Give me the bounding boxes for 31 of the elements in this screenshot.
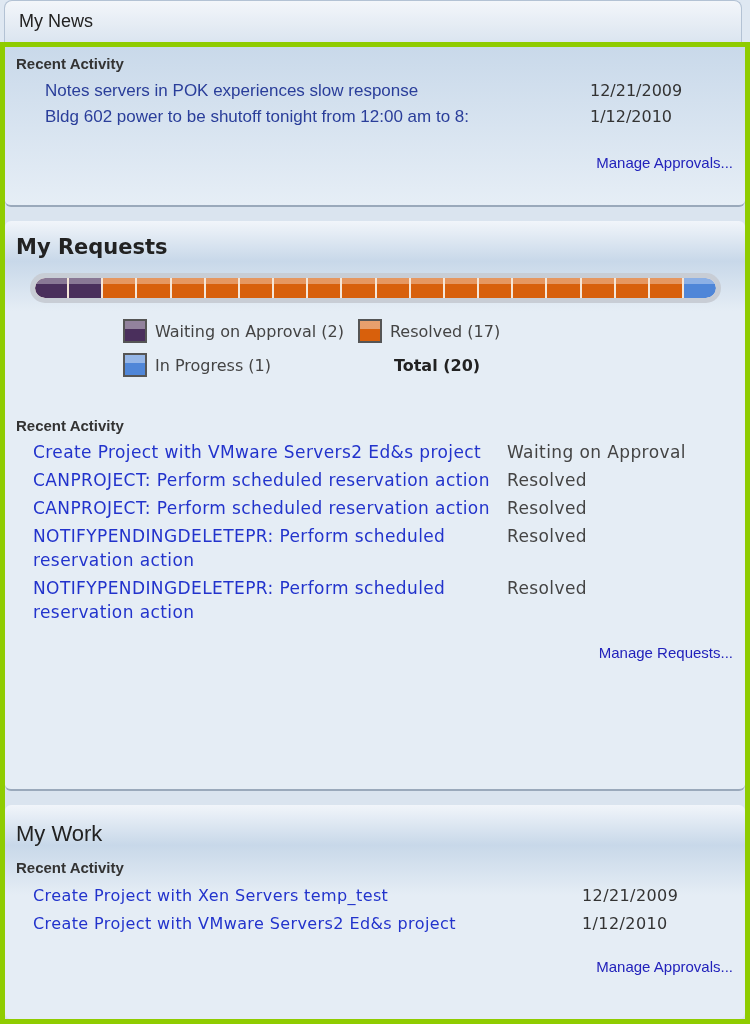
work-date: 12/21/2009 bbox=[582, 885, 679, 907]
request-link[interactable]: CANPROJECT: Perform scheduled reservation action bbox=[33, 468, 507, 492]
news-date: 12/21/2009 bbox=[590, 80, 683, 102]
request-link[interactable]: NOTIFYPENDINGDELETEPR: Perform scheduled reservation action bbox=[33, 576, 507, 624]
work-date: 1/12/2010 bbox=[582, 913, 668, 935]
news-link[interactable]: Bldg 602 power to be shutoff tonight from 12:00 am to 8: bbox=[45, 104, 590, 130]
manage-approvals-link[interactable]: Manage Approvals... bbox=[596, 154, 733, 171]
legend-label: In Progress (1) bbox=[155, 355, 271, 375]
panel-title: My Requests bbox=[16, 235, 169, 259]
section-heading: Recent Activity bbox=[16, 417, 125, 434]
panel-title: My Work bbox=[16, 821, 104, 847]
news-link[interactable]: Notes servers in POK experiences slow response bbox=[45, 78, 590, 104]
total-count: Total (20) bbox=[392, 355, 482, 375]
request-status: Resolved bbox=[507, 469, 587, 492]
work-link[interactable]: Create Project with Xen Servers temp_test bbox=[33, 882, 582, 910]
request-link[interactable]: Create Project with VMware Servers2 Ed&s project bbox=[33, 440, 507, 464]
panel-title: My News bbox=[19, 11, 93, 32]
section-heading: Recent Activity bbox=[16, 859, 125, 876]
manage-approvals-link[interactable]: Manage Approvals... bbox=[596, 958, 733, 975]
legend-label: Resolved (17) bbox=[389, 321, 501, 341]
request-status: Resolved bbox=[507, 577, 587, 600]
request-link[interactable]: NOTIFYPENDINGDELETEPR: Perform scheduled reservation action bbox=[33, 524, 507, 572]
work-link[interactable]: Create Project with VMware Servers2 Ed&s project bbox=[33, 910, 582, 938]
legend-label: Waiting on Approval (2) bbox=[155, 321, 344, 341]
request-status: Resolved bbox=[507, 497, 587, 520]
request-status: Waiting on Approval bbox=[507, 441, 686, 464]
section-heading: Recent Activity bbox=[16, 55, 125, 72]
request-status: Resolved bbox=[507, 525, 587, 548]
news-date: 1/12/2010 bbox=[590, 106, 673, 128]
request-link[interactable]: CANPROJECT: Perform scheduled reservation action bbox=[33, 496, 507, 520]
manage-requests-link[interactable]: Manage Requests... bbox=[598, 644, 733, 661]
